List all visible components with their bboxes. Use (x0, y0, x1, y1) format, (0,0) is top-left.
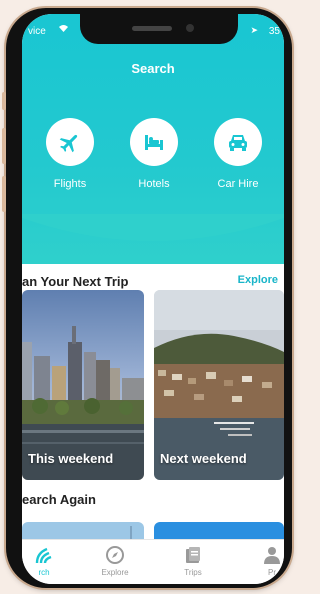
wifi-icon (58, 24, 69, 36)
compass-icon (85, 544, 145, 566)
battery-label: 35 (268, 26, 280, 37)
camera-icon (186, 24, 194, 32)
tab-explore-label: Explore (101, 568, 129, 577)
plan-trip-title: an Your Next Trip (22, 274, 129, 289)
tab-search-label: rch (38, 568, 50, 577)
car-icon (229, 135, 247, 151)
car-hire-label: Car Hire (217, 178, 259, 190)
this-weekend-label: This weekend (28, 451, 114, 466)
tab-explore[interactable]: Explore (85, 544, 145, 577)
carrier-label: vice (28, 26, 46, 37)
search-again-title: earch Again (22, 492, 96, 507)
car-hire-icon-circle (214, 118, 262, 166)
tab-profile-label: Pr (268, 568, 276, 577)
next-weekend-card[interactable]: Next weekend (154, 290, 284, 480)
profile-icon (242, 544, 284, 566)
tab-trips[interactable]: Trips (163, 544, 223, 577)
plane-icon (59, 134, 78, 153)
search-waves-icon (22, 544, 74, 566)
next-weekend-label: Next weekend (160, 451, 247, 466)
flights-icon-circle (46, 118, 94, 166)
page-title: Search (131, 61, 175, 76)
this-weekend-card[interactable]: This weekend (22, 290, 144, 480)
header-curve (22, 214, 284, 241)
volume-button (2, 92, 6, 110)
location-arrow-icon: ➤ (250, 25, 258, 35)
tab-profile[interactable]: Pr (242, 544, 284, 577)
speaker-icon (132, 26, 172, 31)
explore-link[interactable]: Explore (238, 274, 278, 286)
hotels-button[interactable]: Hotels (114, 118, 194, 190)
notch (80, 14, 238, 44)
tab-search[interactable]: rch (22, 544, 74, 577)
flights-button[interactable]: Flights (30, 118, 110, 190)
volume-button (2, 128, 6, 164)
bed-icon (145, 135, 163, 150)
hotels-icon-circle (130, 118, 178, 166)
volume-button (2, 176, 6, 212)
tab-trips-label: Trips (184, 568, 202, 577)
car-hire-button[interactable]: Car Hire (198, 118, 278, 190)
trips-icon (163, 544, 223, 566)
tab-bar: rch Explore Trips Pr (22, 539, 284, 584)
hotels-label: Hotels (138, 178, 170, 190)
flights-label: Flights (53, 178, 87, 190)
app-screen: vice ➤ 35 Search Flights Hotels Car Hire… (22, 14, 284, 584)
